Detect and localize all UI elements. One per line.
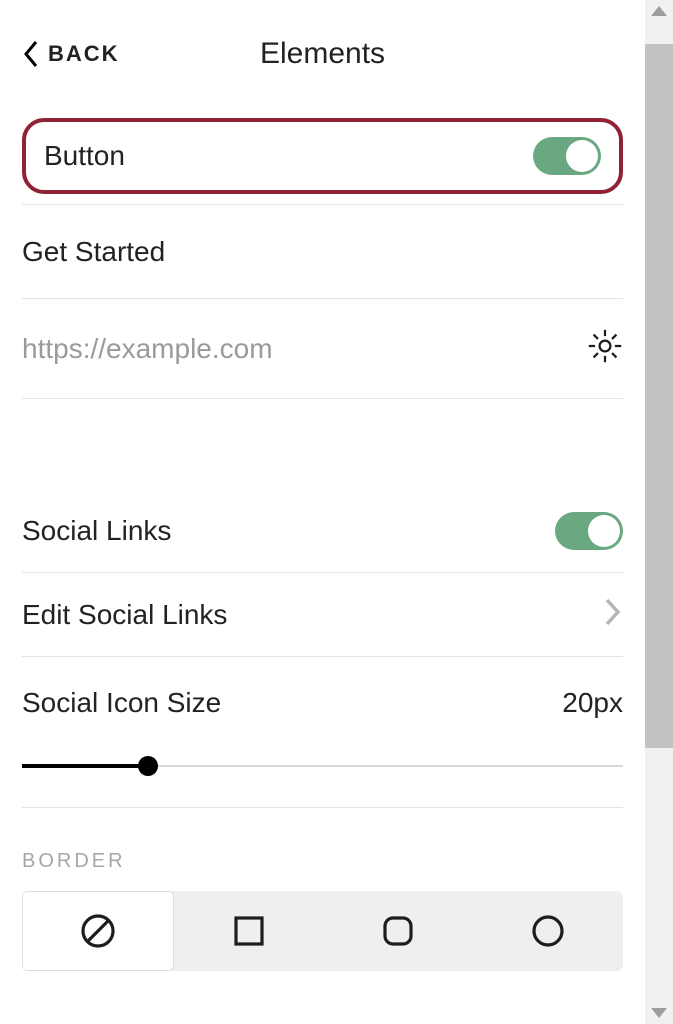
chevron-right-icon (603, 597, 623, 632)
social-links-label: Social Links (22, 515, 171, 547)
social-icon-size-slider[interactable] (22, 765, 623, 767)
vertical-scrollbar[interactable] (645, 0, 673, 1024)
border-option-circle[interactable] (473, 891, 623, 971)
border-option-none[interactable] (22, 891, 174, 971)
back-label: BACK (48, 41, 120, 67)
square-icon (229, 911, 269, 951)
button-text-value: Get Started (22, 236, 165, 268)
border-style-segmented (22, 891, 623, 971)
chevron-left-icon (22, 39, 40, 69)
button-row-highlight: Button (22, 118, 623, 194)
border-option-rounded[interactable] (324, 891, 474, 971)
scroll-up-icon[interactable] (651, 6, 667, 16)
page-title: Elements (260, 37, 385, 71)
rounded-square-icon (378, 911, 418, 951)
gear-icon[interactable] (587, 328, 623, 369)
social-icon-size-row: Social Icon Size 20px (22, 657, 623, 808)
scroll-thumb[interactable] (645, 44, 673, 748)
scroll-track[interactable] (645, 16, 673, 1008)
button-url-placeholder: https://example.com (22, 333, 273, 365)
edit-social-links-row[interactable]: Edit Social Links (22, 573, 623, 657)
none-icon (78, 911, 118, 951)
edit-social-links-label: Edit Social Links (22, 599, 227, 631)
social-links-toggle[interactable] (555, 512, 623, 550)
circle-icon (528, 911, 568, 951)
panel-header: BACK Elements (22, 30, 623, 78)
button-url-row[interactable]: https://example.com (22, 299, 623, 399)
border-option-square[interactable] (174, 891, 324, 971)
social-icon-size-value: 20px (562, 687, 623, 719)
border-section-label: BORDER (22, 850, 623, 873)
social-icon-size-label: Social Icon Size (22, 687, 221, 719)
scroll-down-icon[interactable] (651, 1008, 667, 1018)
button-toggle[interactable] (533, 137, 601, 175)
social-links-row: Social Links (22, 489, 623, 573)
button-toggle-label: Button (44, 140, 125, 172)
back-button[interactable]: BACK (22, 39, 120, 69)
button-text-row[interactable]: Get Started (22, 205, 623, 299)
